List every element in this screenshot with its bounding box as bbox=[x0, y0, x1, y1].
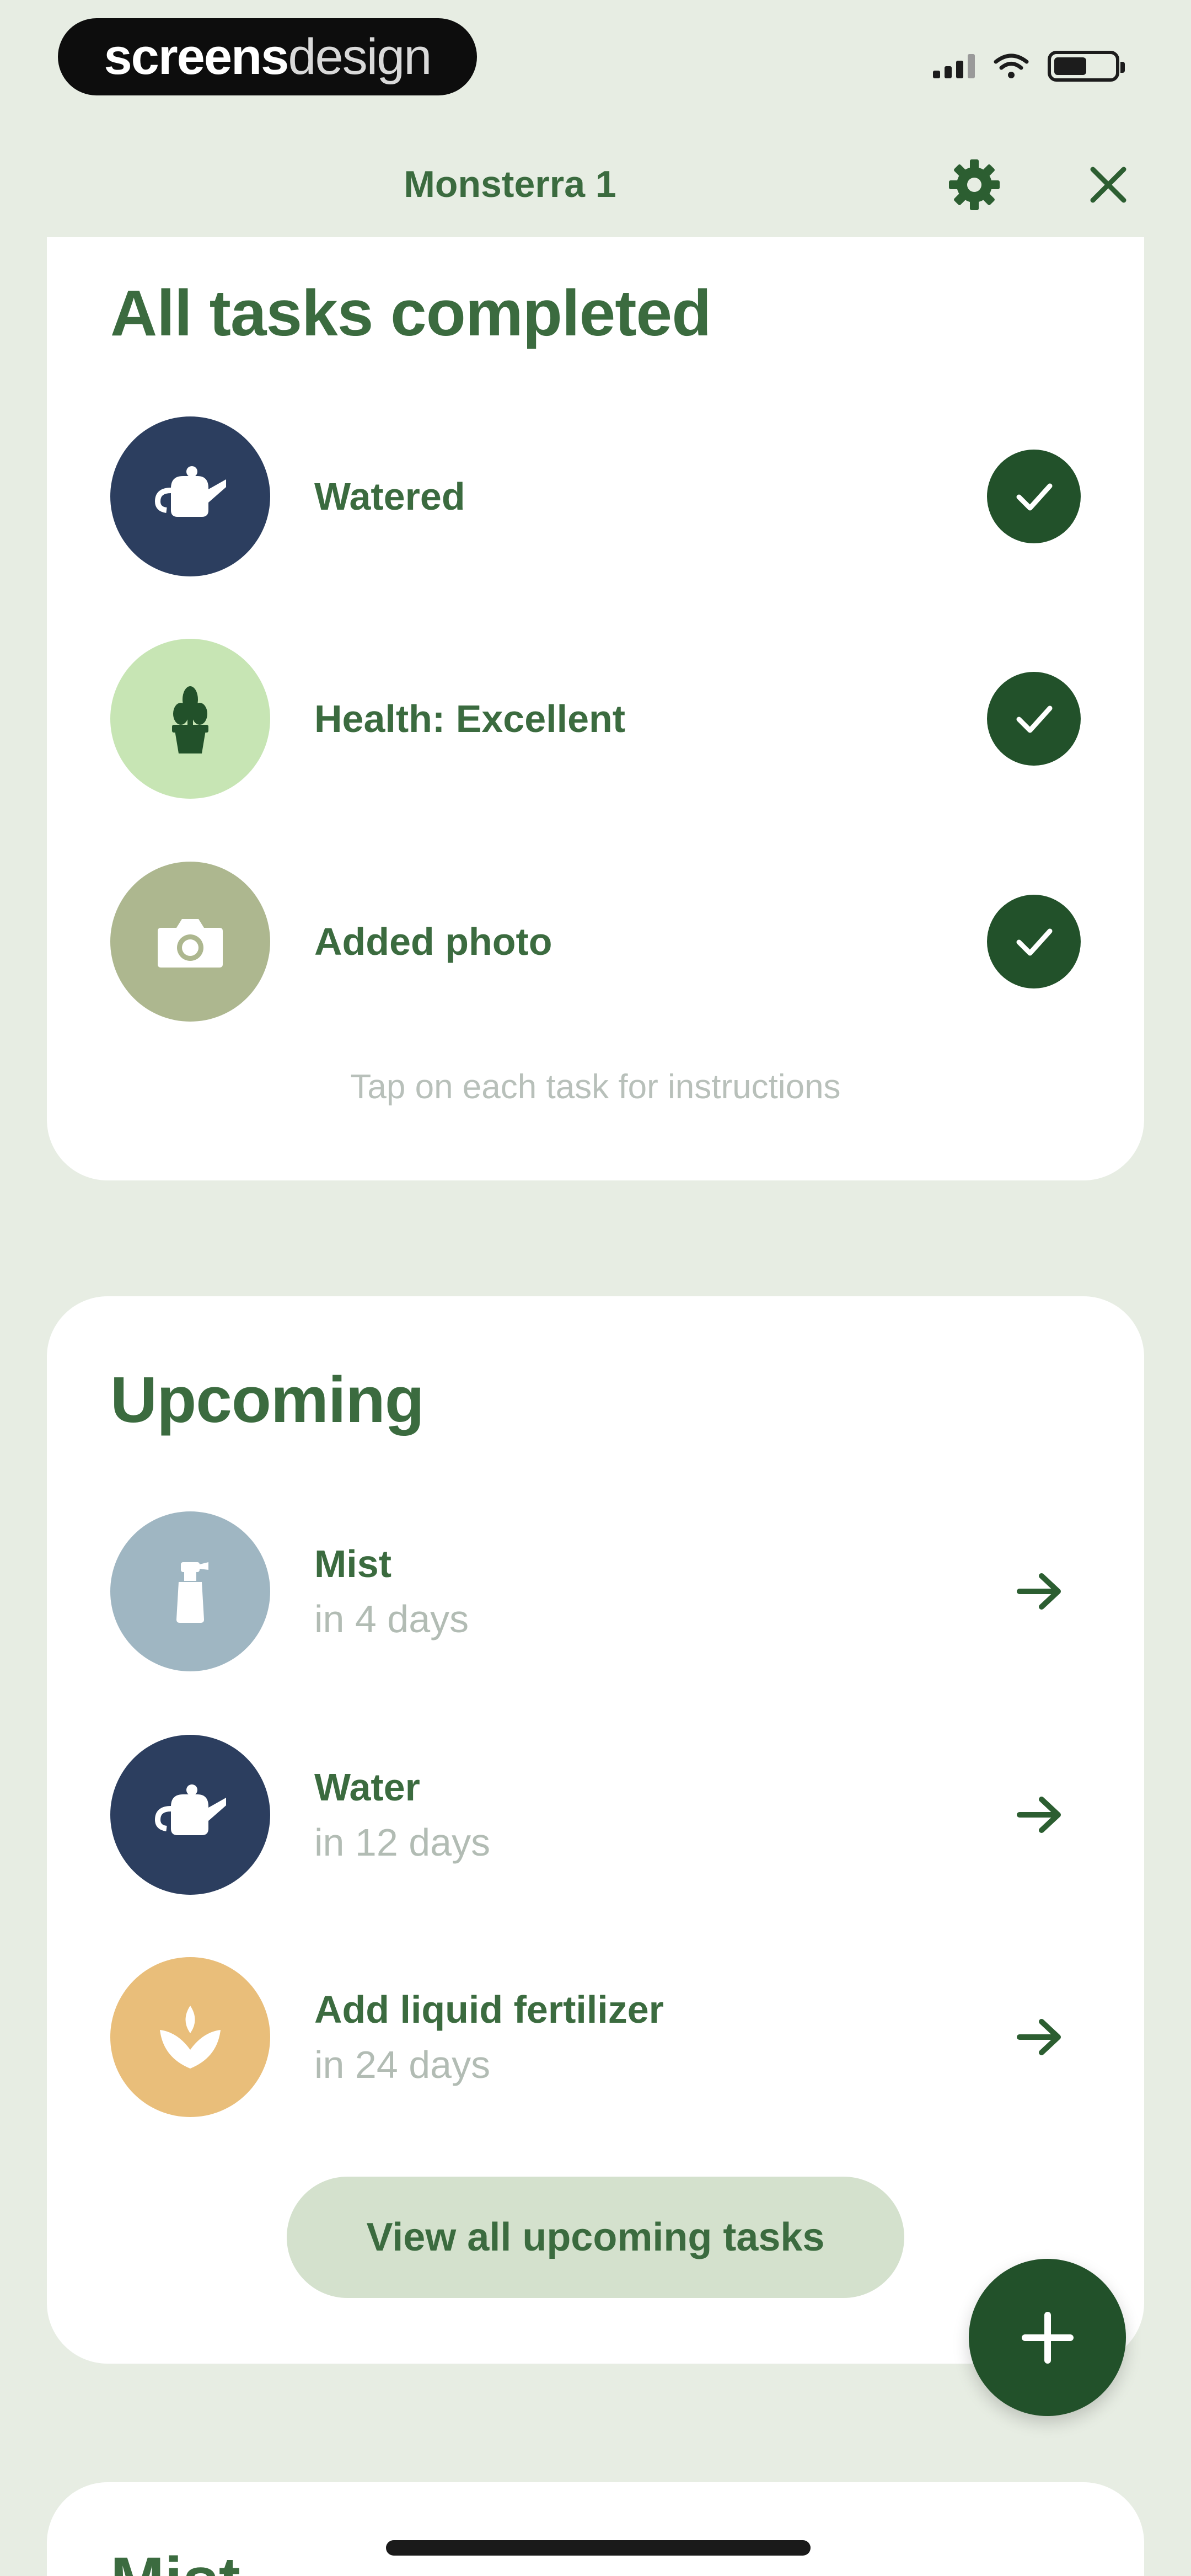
task-label: Water bbox=[314, 1766, 420, 1809]
task-due: in 24 days bbox=[314, 2043, 491, 2086]
add-task-button[interactable] bbox=[969, 2259, 1126, 2416]
upcoming-task-fertilizer[interactable]: Add liquid fertilizer in 24 days bbox=[110, 1957, 1089, 2117]
upcoming-title: Upcoming bbox=[110, 1364, 425, 1436]
task-icon-circle bbox=[110, 862, 270, 1022]
screen: screensdesign Monsterra 1 All tasks comp… bbox=[0, 0, 1191, 2576]
check-icon bbox=[1016, 706, 1053, 733]
fertilizer-icon bbox=[160, 2006, 221, 2069]
mist-card: Mist bbox=[47, 2482, 1144, 2576]
check-icon bbox=[1016, 928, 1053, 956]
task-label: Add liquid fertilizer bbox=[314, 1988, 664, 2031]
plus-icon bbox=[1021, 2311, 1074, 2364]
task-label: Mist bbox=[314, 1542, 391, 1585]
arrow-right-icon bbox=[1017, 1797, 1061, 1833]
spray-bottle-icon bbox=[176, 1562, 208, 1623]
task-label: Added photo bbox=[314, 920, 552, 963]
close-icon bbox=[1090, 167, 1126, 203]
wifi-icon bbox=[994, 54, 1029, 78]
task-icon-circle bbox=[110, 1511, 270, 1671]
completed-tasks-card: All tasks completed Watered Health: Exce… bbox=[47, 237, 1144, 1180]
home-indicator bbox=[386, 2540, 811, 2556]
completed-title: All tasks completed bbox=[110, 277, 711, 350]
upcoming-tasks-card: Upcoming Mist in 4 days Water in 12 days… bbox=[47, 1296, 1144, 2364]
close-button[interactable] bbox=[1078, 154, 1139, 215]
instructions-hint: Tap on each task for instructions bbox=[350, 1068, 841, 1106]
task-icon-circle bbox=[110, 1957, 270, 2117]
completed-task-health[interactable]: Health: Excellent bbox=[110, 639, 1089, 799]
task-due: in 4 days bbox=[314, 1597, 469, 1640]
plant-pot-icon bbox=[172, 686, 208, 753]
task-label: Watered bbox=[314, 475, 465, 518]
watering-can-icon bbox=[154, 1784, 226, 1835]
mist-card-title: Mist bbox=[110, 2543, 240, 2576]
camera-icon bbox=[158, 919, 223, 968]
upcoming-task-mist[interactable]: Mist in 4 days bbox=[110, 1511, 1089, 1671]
completed-check bbox=[987, 450, 1081, 543]
view-all-upcoming-button[interactable]: View all upcoming tasks bbox=[287, 2177, 904, 2298]
check-icon bbox=[1016, 483, 1053, 511]
completed-check bbox=[987, 895, 1081, 988]
brand-bold-text: screens bbox=[104, 29, 289, 85]
completed-check bbox=[987, 672, 1081, 766]
task-icon-circle bbox=[110, 416, 270, 576]
watering-can-icon bbox=[154, 466, 226, 517]
completed-task-watered[interactable]: Watered bbox=[110, 416, 1089, 576]
task-icon-circle bbox=[110, 1735, 270, 1895]
completed-task-photo[interactable]: Added photo bbox=[110, 862, 1089, 1022]
task-icon-circle bbox=[110, 639, 270, 799]
arrow-right-icon bbox=[1017, 2019, 1061, 2055]
battery-icon bbox=[1048, 51, 1125, 82]
task-due: in 12 days bbox=[314, 1821, 491, 1864]
status-icons bbox=[933, 51, 1125, 82]
upcoming-task-water[interactable]: Water in 12 days bbox=[110, 1735, 1089, 1895]
page-title: Monsterra 1 bbox=[404, 163, 616, 205]
brand-light-text: design bbox=[288, 29, 432, 85]
brand-watermark: screensdesign bbox=[58, 18, 477, 95]
settings-button[interactable] bbox=[944, 154, 1005, 215]
signal-icon bbox=[933, 54, 975, 78]
task-label: Health: Excellent bbox=[314, 697, 626, 740]
arrow-right-icon bbox=[1017, 1573, 1061, 1610]
gear-icon bbox=[949, 159, 1000, 210]
